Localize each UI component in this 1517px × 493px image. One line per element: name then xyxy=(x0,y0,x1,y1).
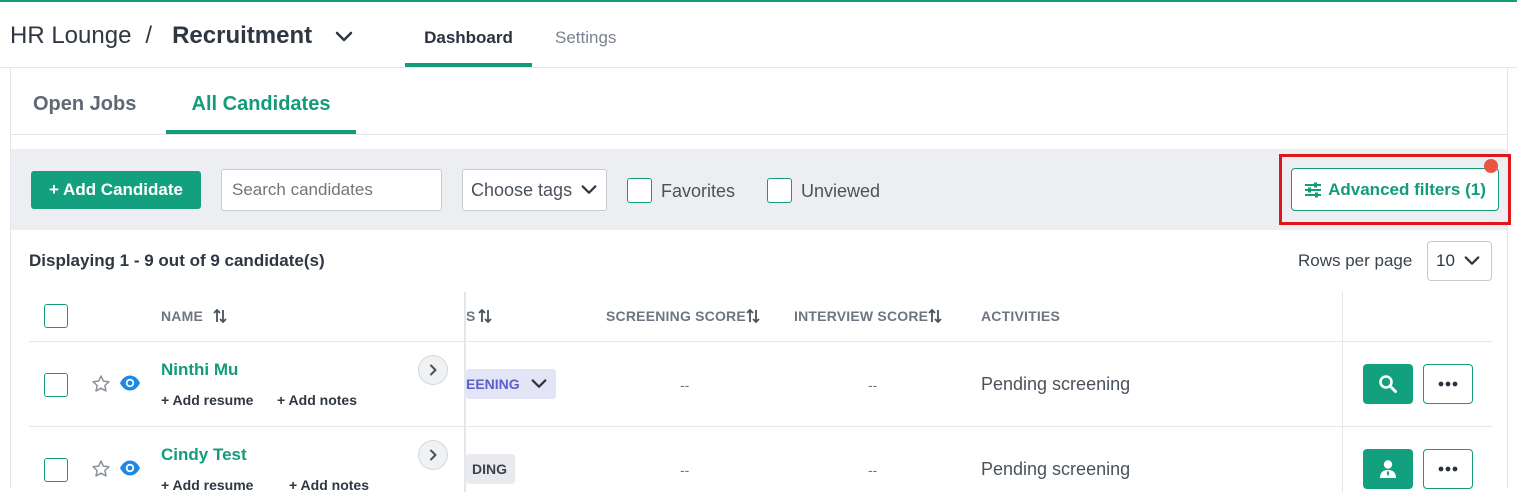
display-count: Displaying 1 - 9 out of 9 candidate(s) xyxy=(29,251,325,270)
status-dropdown[interactable]: EENING xyxy=(466,369,556,399)
rows-per-page-label: Rows per page xyxy=(1298,251,1413,270)
unviewed-checkbox[interactable] xyxy=(767,178,792,203)
section-name[interactable]: Recruitment xyxy=(172,22,312,50)
add-notes-link[interactable]: + Add notes xyxy=(289,477,369,493)
sort-icon xyxy=(213,309,227,323)
column-header-screening-label: SCREENING SCORE xyxy=(606,308,746,324)
select-all-checkbox[interactable] xyxy=(44,304,68,328)
notification-dot xyxy=(1484,159,1498,173)
breadcrumb-separator: / xyxy=(145,22,153,49)
status-label: EENING xyxy=(466,376,520,392)
chevron-down-icon xyxy=(581,185,597,194)
tab-dashboard[interactable]: Dashboard xyxy=(405,28,532,67)
activity-text: Pending screening xyxy=(981,374,1131,394)
add-resume-link[interactable]: + Add resume xyxy=(161,392,253,408)
tags-select-label: Choose tags xyxy=(471,179,573,200)
more-actions-button[interactable] xyxy=(1423,364,1473,404)
candidate-name-link[interactable]: Ninthi Mu xyxy=(161,360,238,380)
actions-column-divider xyxy=(1342,292,1343,492)
chevron-right-icon xyxy=(430,449,437,461)
column-header-status[interactable]: S xyxy=(466,308,492,324)
screen-candidate-button[interactable] xyxy=(1363,364,1413,404)
screening-score-value: -- xyxy=(680,377,690,393)
activity-text: Pending screening xyxy=(981,459,1131,479)
tab-open-jobs[interactable]: Open Jobs xyxy=(33,93,136,116)
main-panel: Open Jobs All Candidates + Add Candidate… xyxy=(10,68,1511,493)
search-input[interactable] xyxy=(221,169,442,211)
filter-toolbar: + Add Candidate Choose tags Favorites Un… xyxy=(11,149,1511,230)
chevron-down-icon[interactable] xyxy=(334,26,354,46)
more-horizontal-icon xyxy=(1438,466,1458,472)
expand-row-button[interactable] xyxy=(418,355,448,385)
interview-score-value: -- xyxy=(868,377,878,393)
chevron-down-icon xyxy=(531,379,547,388)
column-header-name-label: NAME xyxy=(161,308,204,324)
advanced-filters-label: Advanced filters (1) xyxy=(1328,179,1486,199)
row-checkbox[interactable] xyxy=(44,373,68,397)
workspace-name[interactable]: HR Lounge xyxy=(10,22,131,50)
view-profile-button[interactable] xyxy=(1363,449,1413,489)
add-candidate-button[interactable]: + Add Candidate xyxy=(31,171,201,209)
header-divider xyxy=(29,341,1492,342)
rows-per-page-select[interactable]: 10 xyxy=(1427,241,1492,281)
row-checkbox[interactable] xyxy=(44,458,68,482)
tab-all-candidates[interactable]: All Candidates xyxy=(166,93,356,134)
chevron-right-icon xyxy=(430,364,437,376)
advanced-filters-highlight: Advanced filters (1) xyxy=(1279,154,1511,225)
advanced-filters-button[interactable]: Advanced filters (1) xyxy=(1291,168,1499,211)
sliders-icon xyxy=(1305,182,1322,197)
tab-settings[interactable]: Settings xyxy=(555,28,616,48)
breadcrumb: HR Lounge / Recruitment xyxy=(10,22,354,50)
more-horizontal-icon xyxy=(1438,381,1458,387)
star-icon[interactable] xyxy=(91,459,111,479)
unviewed-label: Unviewed xyxy=(801,181,881,201)
favorites-label: Favorites xyxy=(661,181,736,201)
search-icon xyxy=(1379,375,1397,393)
add-resume-link[interactable]: + Add resume xyxy=(161,477,253,493)
sort-icon xyxy=(477,309,492,323)
eye-icon[interactable] xyxy=(119,374,141,392)
row-divider xyxy=(29,426,1492,427)
favorites-checkbox[interactable] xyxy=(627,178,652,203)
column-header-status-label: S xyxy=(466,308,476,324)
column-header-screening-score[interactable]: SCREENING SCORE xyxy=(606,308,760,324)
subtabs: Open Jobs All Candidates xyxy=(11,68,1507,135)
user-icon xyxy=(1380,460,1396,478)
column-header-name[interactable]: NAME xyxy=(161,308,227,324)
chevron-down-icon xyxy=(1464,256,1480,265)
more-actions-button[interactable] xyxy=(1423,449,1473,489)
interview-score-value: -- xyxy=(868,462,878,478)
app-header: HR Lounge / Recruitment Dashboard Settin… xyxy=(0,2,1517,68)
column-header-interview-label: INTERVIEW SCORE xyxy=(794,308,929,324)
column-header-activities: ACTIVITIES xyxy=(981,308,1061,324)
sort-icon xyxy=(746,309,760,323)
expand-row-button[interactable] xyxy=(418,440,448,470)
tags-select[interactable]: Choose tags xyxy=(462,169,607,211)
rows-per-page-value: 10 xyxy=(1436,251,1455,270)
candidate-name-link[interactable]: Cindy Test xyxy=(161,445,247,465)
screening-score-value: -- xyxy=(680,462,690,478)
star-icon[interactable] xyxy=(91,374,111,394)
eye-icon[interactable] xyxy=(119,459,141,477)
status-label: DING xyxy=(472,461,507,477)
sort-icon xyxy=(928,309,942,323)
column-header-interview-score[interactable]: INTERVIEW SCORE xyxy=(794,308,942,324)
add-notes-link[interactable]: + Add notes xyxy=(277,392,357,408)
